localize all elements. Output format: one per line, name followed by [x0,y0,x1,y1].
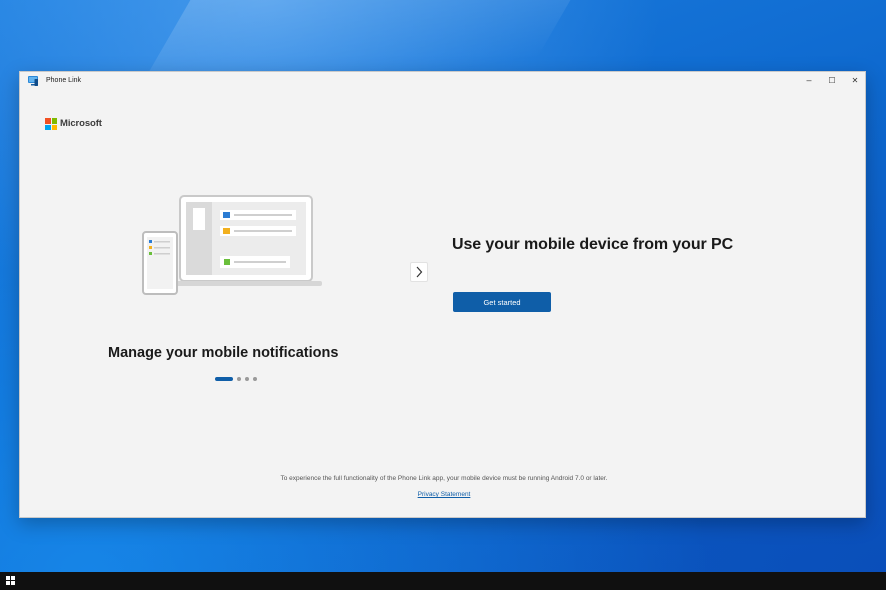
title-bar[interactable]: Phone Link – ☐ ✕ [20,72,865,90]
chevron-right-icon [416,266,423,278]
carousel-dot-1[interactable] [215,377,233,381]
microsoft-logo-icon [45,118,57,130]
windows-start-icon[interactable] [6,576,16,586]
maximize-button[interactable]: ☐ [820,72,844,88]
taskbar [0,572,886,590]
close-icon: ✕ [851,75,859,85]
minimize-icon: – [806,75,812,85]
maximize-icon: ☐ [828,75,836,85]
slide-caption: Manage your mobile notifications [108,345,339,361]
minimize-button[interactable]: – [797,72,821,88]
privacy-statement-link[interactable]: Privacy Statement [418,491,471,498]
window-title: Phone Link [46,77,82,84]
close-button[interactable]: ✕ [843,72,867,88]
page-headline: Use your mobile device from your PC [452,236,734,253]
microsoft-wordmark: Microsoft [60,118,102,129]
carousel-dot-3[interactable] [245,377,249,381]
phone-link-window: Phone Link – ☐ ✕ Microsoft Use your mobi… [19,71,866,518]
carousel-dot-2[interactable] [237,377,241,381]
carousel-next-button[interactable] [410,262,428,282]
carousel-dot-4[interactable] [253,377,257,381]
privacy-statement: Privacy Statement [20,491,868,498]
phone-link-app-icon [28,76,38,86]
notifications-illustration [142,195,322,295]
android-requirement-note: To experience the full functionality of … [280,475,608,482]
get-started-button[interactable]: Get started [453,292,551,312]
